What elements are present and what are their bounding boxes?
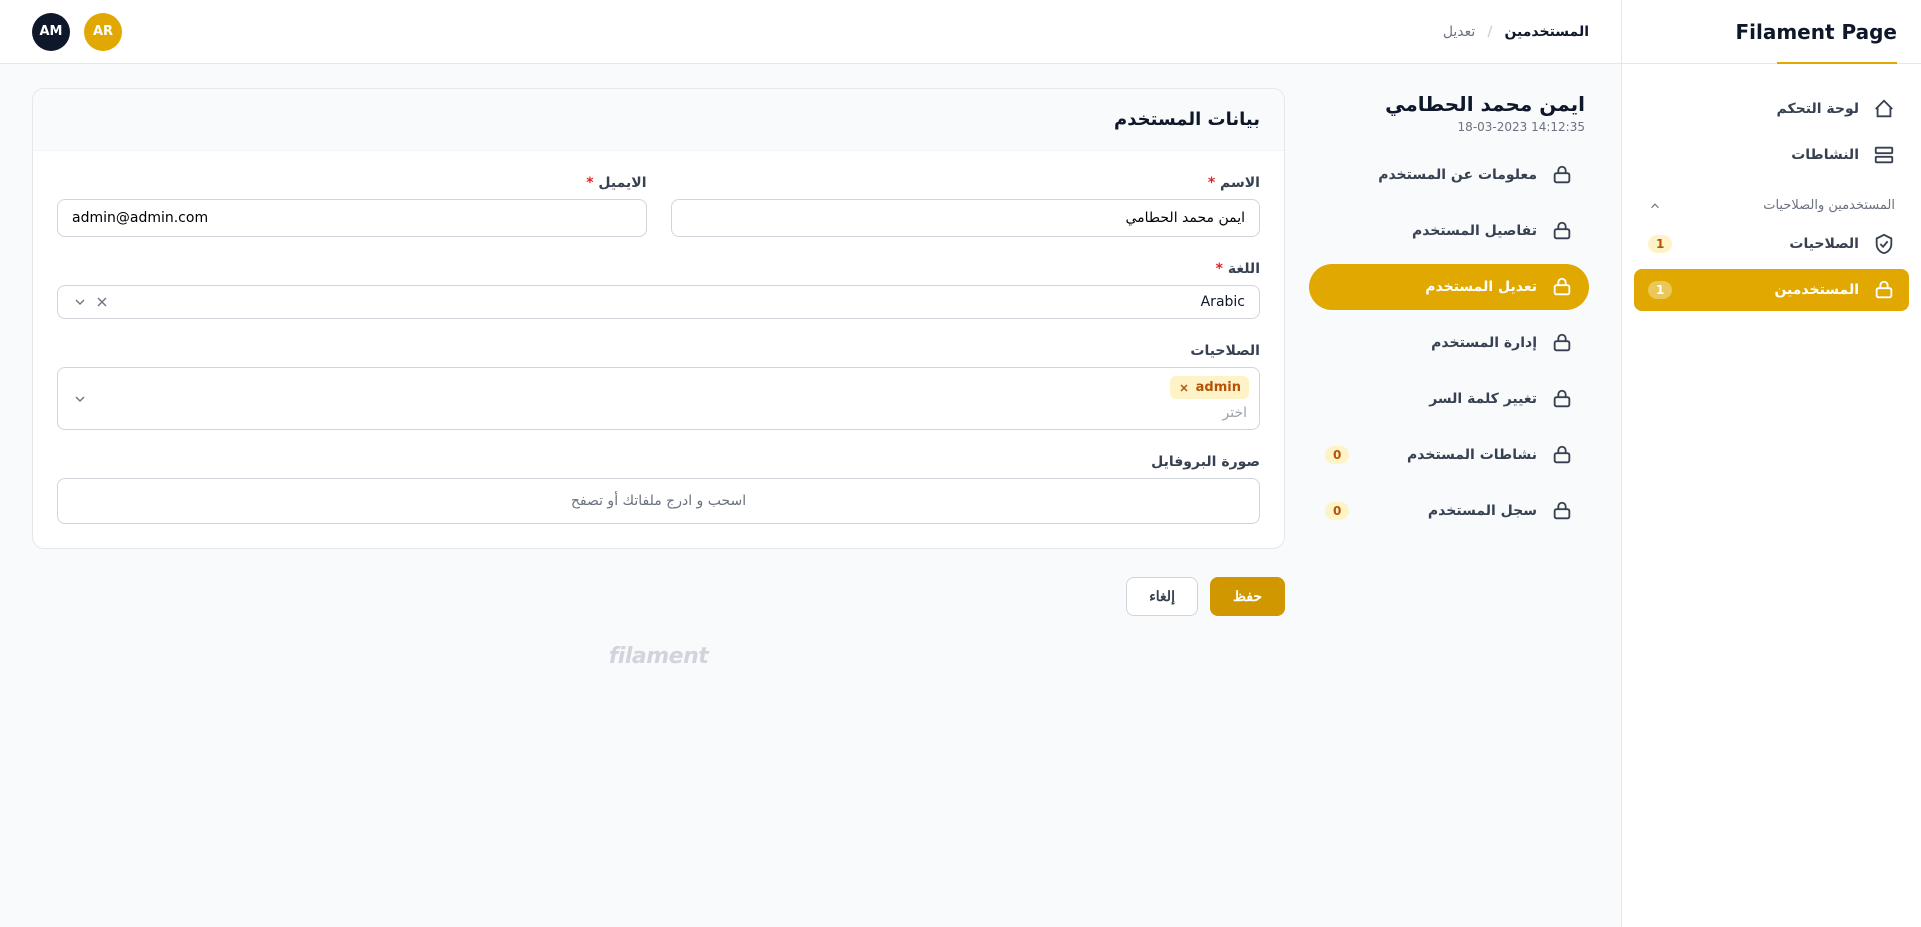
field-language: اللغة * Arabic [57, 261, 1260, 319]
avatar-dropzone[interactable]: اسحب و ادرج ملفاتك أو تصفح [57, 478, 1260, 524]
chevron-down-icon [72, 294, 88, 310]
lock-icon [1551, 388, 1573, 410]
users-count-badge: 1 [1648, 281, 1672, 299]
tab-user-log[interactable]: سجل المستخدم 0 [1309, 488, 1589, 534]
field-roles: الصلاحيات admin اختر [57, 343, 1260, 430]
tab-user-activities[interactable]: نشاطات المستخدم 0 [1309, 432, 1589, 478]
brand-area[interactable]: Filament Page [1622, 0, 1921, 64]
tab-user-details[interactable]: تفاصيل المستخدم [1309, 208, 1589, 254]
tab-user-edit[interactable]: تعديل المستخدم [1309, 264, 1589, 310]
field-name: الاسم * [671, 175, 1261, 237]
tab-label: نشاطات المستخدم [1407, 447, 1537, 463]
breadcrumb: المستخدمين / تعديل [1443, 24, 1589, 40]
topbar: المستخدمين / تعديل AR AM [0, 0, 1621, 64]
nav-activities[interactable]: النشاطات [1634, 134, 1909, 176]
main-area: المستخدمين / تعديل AR AM ايمن محمد الحطا… [0, 0, 1621, 927]
role-tag-label: admin [1196, 380, 1241, 395]
form-area: بيانات المستخدم الاسم * الايميل * [32, 88, 1285, 693]
nav-users-label: المستخدمين [1774, 282, 1859, 298]
tab-user-manage[interactable]: إدارة المستخدم [1309, 320, 1589, 366]
save-button[interactable]: حفظ [1210, 577, 1285, 616]
roles-placeholder: اختر [68, 399, 1249, 421]
form-actions: حفظ إلغاء [32, 577, 1285, 616]
close-icon[interactable] [94, 294, 110, 310]
email-label: الايميل * [57, 175, 647, 191]
server-icon [1873, 144, 1895, 166]
tab-label: إدارة المستخدم [1431, 335, 1537, 351]
user-data-card: بيانات المستخدم الاسم * الايميل * [32, 88, 1285, 549]
lock-icon [1551, 164, 1573, 186]
page-timestamp: 18-03-2023 14:12:35 [1313, 120, 1585, 134]
lock-icon [1551, 220, 1573, 242]
breadcrumb-root[interactable]: المستخدمين [1504, 24, 1589, 40]
roles-multiselect[interactable]: admin اختر [57, 367, 1260, 430]
page-title: ايمن محمد الحطامي [1313, 92, 1585, 116]
lock-icon [1551, 444, 1573, 466]
card-title: بيانات المستخدم [33, 89, 1284, 151]
tab-count-badge: 0 [1325, 446, 1349, 464]
footer-brand: filament [32, 644, 1285, 693]
page-header: ايمن محمد الحطامي 18-03-2023 14:12:35 [1309, 88, 1589, 152]
language-label: اللغة * [57, 261, 1260, 277]
language-select[interactable]: Arabic [57, 285, 1260, 319]
chevron-down-icon [72, 391, 88, 407]
lock-icon [1551, 276, 1573, 298]
nav-dashboard[interactable]: لوحة التحكم [1634, 88, 1909, 130]
nav-activities-label: النشاطات [1791, 147, 1859, 163]
name-label: الاسم * [671, 175, 1261, 191]
main-sidebar: Filament Page لوحة التحكم النشاطات المست… [1621, 0, 1921, 927]
breadcrumb-separator: / [1487, 24, 1492, 40]
name-input[interactable] [671, 199, 1261, 237]
permissions-count-badge: 1 [1648, 235, 1672, 253]
tab-label: سجل المستخدم [1428, 503, 1537, 519]
field-email: الايميل * [57, 175, 647, 237]
close-icon[interactable] [1178, 382, 1190, 394]
chevron-up-icon [1648, 199, 1662, 213]
nav-dashboard-label: لوحة التحكم [1777, 101, 1859, 117]
user-menu[interactable]: AM [32, 13, 70, 51]
shield-icon [1873, 233, 1895, 255]
primary-nav: لوحة التحكم النشاطات المستخدمين والصلاحي… [1622, 64, 1921, 339]
brand-title: Filament Page [1735, 20, 1897, 44]
home-icon [1873, 98, 1895, 120]
lock-icon [1551, 332, 1573, 354]
email-input[interactable] [57, 199, 647, 237]
avatar-label: صورة البروفايل [57, 454, 1260, 470]
tab-user-info[interactable]: معلومات عن المستخدم [1309, 152, 1589, 198]
nav-permissions-label: الصلاحيات [1789, 236, 1859, 252]
nav-group-label: المستخدمين والصلاحيات [1763, 198, 1895, 213]
lang-badge-text: AR [93, 24, 113, 39]
role-tag: admin [1170, 376, 1249, 399]
lang-switcher[interactable]: AR [84, 13, 122, 51]
tab-label: تغيير كلمة السر [1429, 391, 1537, 407]
nav-users[interactable]: المستخدمين 1 [1634, 269, 1909, 311]
dropzone-text: اسحب و ادرج ملفاتك أو تصفح [571, 493, 746, 509]
tab-count-badge: 0 [1325, 502, 1349, 520]
record-subnav: ايمن محمد الحطامي 18-03-2023 14:12:35 مع… [1309, 88, 1589, 544]
user-badge-text: AM [40, 24, 63, 39]
tab-label: تعديل المستخدم [1425, 279, 1537, 295]
lock-icon [1873, 279, 1895, 301]
cancel-button[interactable]: إلغاء [1126, 577, 1198, 616]
nav-group-users-perms[interactable]: المستخدمين والصلاحيات [1634, 180, 1909, 223]
tab-label: تفاصيل المستخدم [1412, 223, 1537, 239]
field-avatar: صورة البروفايل اسحب و ادرج ملفاتك أو تصف… [57, 454, 1260, 524]
tab-label: معلومات عن المستخدم [1378, 167, 1537, 183]
lock-icon [1551, 500, 1573, 522]
language-value: Arabic [118, 294, 1245, 310]
tab-change-password[interactable]: تغيير كلمة السر [1309, 376, 1589, 422]
nav-permissions[interactable]: الصلاحيات 1 [1634, 223, 1909, 265]
roles-label: الصلاحيات [57, 343, 1260, 359]
breadcrumb-current: تعديل [1443, 24, 1476, 40]
